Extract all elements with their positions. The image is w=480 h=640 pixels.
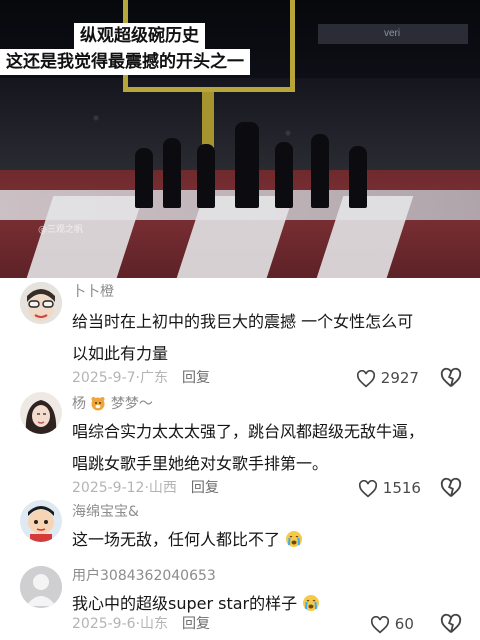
comment-location: 广东	[140, 370, 168, 386]
comment-text: 唱综合实力太太太强了，跳台风都超级无敌牛逼， 唱跳女歌手里她绝对女歌手排第一。	[72, 416, 464, 480]
dancer-figure	[163, 138, 181, 208]
dancer-figure	[135, 148, 153, 208]
reply-button[interactable]: 回复	[182, 370, 210, 386]
comment-username[interactable]: 杨 梦梦～	[72, 394, 153, 414]
avatar[interactable]	[20, 392, 62, 434]
crying-face-icon	[286, 531, 303, 547]
dislike-button[interactable]	[440, 477, 462, 499]
stadium-banner: veri	[318, 24, 468, 44]
avatar[interactable]	[20, 566, 62, 608]
comment-text-segment: 我心中的超级super star的样子	[72, 594, 298, 613]
like-count: 60	[394, 615, 414, 633]
comment-meta: 2025-9-6·山东 回复	[72, 614, 210, 634]
comment-list: 卜卜橙 给当时在上初中的我巨大的震撼 一个女性怎么可 以如此有力量 2025-9…	[0, 278, 480, 640]
dislike-button[interactable]	[440, 613, 462, 635]
dancers	[115, 118, 385, 208]
heart-icon	[358, 479, 378, 497]
comment-date: 2025-9-12	[72, 480, 145, 496]
like-button[interactable]: 60	[370, 614, 414, 634]
username-text: 杨	[72, 396, 86, 412]
comment-date: 2025-9-7	[72, 370, 136, 386]
like-count: 1516	[382, 479, 421, 497]
comment-username[interactable]: 海绵宝宝&	[72, 502, 139, 522]
broken-heart-icon	[440, 367, 462, 387]
comment-text: 给当时在上初中的我巨大的震撼 一个女性怎么可 以如此有力量	[72, 306, 464, 370]
like-button[interactable]: 1516	[358, 478, 421, 498]
comment-location: 山东	[140, 616, 168, 632]
avatar[interactable]	[20, 500, 62, 542]
video-caption-line2: 这还是我觉得最震撼的开头之一	[0, 49, 250, 75]
like-button[interactable]: 2927	[356, 368, 419, 388]
dancer-figure	[235, 122, 259, 208]
tiger-emoji-icon	[91, 397, 105, 411]
comment-text-line: 这一场无敌，任何人都比不了	[72, 524, 464, 556]
dancer-figure	[311, 134, 329, 208]
avatar-image	[20, 500, 62, 542]
comment-text: 这一场无敌，任何人都比不了	[72, 524, 464, 556]
reply-button[interactable]: 回复	[191, 480, 219, 496]
comment-text-line: 唱跳女歌手里她绝对女歌手排第一。	[72, 454, 329, 473]
dancer-figure	[197, 144, 215, 208]
comment-username[interactable]: 卜卜橙	[72, 282, 114, 302]
video-watermark: @三观之帆	[38, 225, 84, 235]
comment-meta: 2025-9-12·山西 回复	[72, 478, 219, 498]
dancer-figure	[349, 146, 367, 208]
video-player[interactable]: veri @三观之帆 纵观超级碗历史 这还是我觉得最震撼的开头之一	[0, 0, 480, 278]
comment-location: 山西	[148, 480, 177, 496]
like-count: 2927	[380, 369, 419, 387]
comment-text-line: 唱综合实力太太太强了，跳台风都超级无敌牛逼，	[72, 422, 425, 441]
avatar[interactable]	[20, 282, 62, 324]
comment-date: 2025-9-6	[72, 616, 136, 632]
default-avatar-icon	[20, 566, 62, 608]
comment-username[interactable]: 用户3084362040653	[72, 566, 216, 586]
comment-text-line: 以如此有力量	[72, 344, 169, 363]
video-caption-line1: 纵观超级碗历史	[74, 23, 205, 49]
comment-meta: 2025-9-7·广东 回复	[72, 368, 210, 388]
dislike-button[interactable]	[440, 367, 462, 389]
avatar-image	[20, 282, 62, 324]
crying-face-icon	[303, 595, 320, 611]
reply-button[interactable]: 回复	[182, 616, 210, 632]
dancer-figure	[275, 142, 293, 208]
heart-icon	[370, 615, 390, 633]
comment-text-line: 给当时在上初中的我巨大的震撼 一个女性怎么可	[72, 312, 414, 331]
heart-icon	[356, 369, 376, 387]
broken-heart-icon	[440, 477, 462, 497]
avatar-image	[20, 392, 62, 434]
username-text: 梦梦～	[110, 396, 153, 412]
broken-heart-icon	[440, 613, 462, 633]
comment-text-segment: 这一场无敌，任何人都比不了	[72, 530, 281, 549]
